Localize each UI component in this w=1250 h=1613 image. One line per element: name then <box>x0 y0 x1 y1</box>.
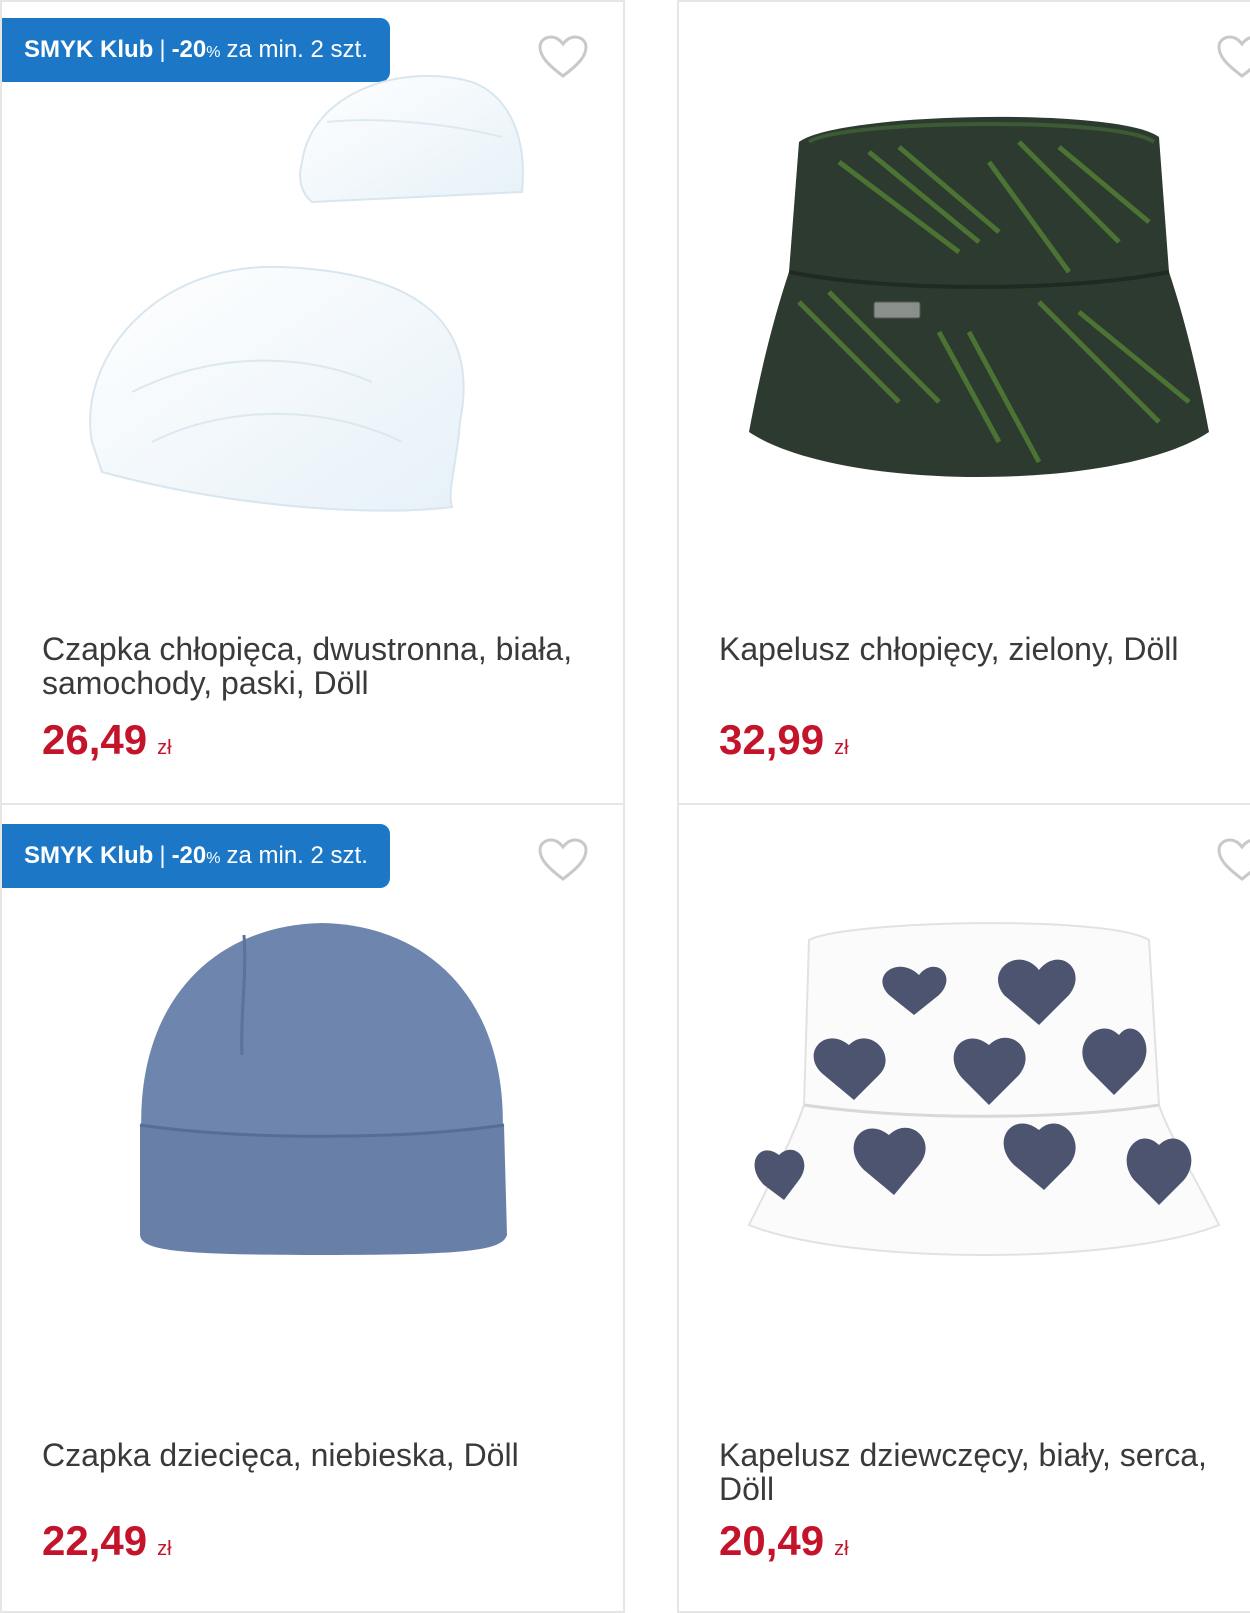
price-currency: zł <box>157 1538 172 1560</box>
badge-discount: -20% <box>172 36 221 64</box>
price-currency: zł <box>157 737 172 759</box>
product-image[interactable] <box>739 915 1239 1275</box>
product-grid: SMYK Klub | -20% za min. 2 szt. Czapka c… <box>0 0 1250 1613</box>
badge-discount: -20% <box>172 842 221 870</box>
product-image[interactable] <box>72 62 572 542</box>
price-currency: zł <box>834 737 849 759</box>
product-price: 22,49 zł <box>42 1517 172 1565</box>
product-card[interactable]: Kapelusz chłopięcy, zielony, Döll 32,99 … <box>677 0 1250 805</box>
price-value: 22,49 <box>42 1517 148 1564</box>
price-value: 32,99 <box>719 716 825 763</box>
badge-discount-value: -20 <box>171 36 207 63</box>
product-card[interactable]: SMYK Klub | -20% za min. 2 szt. Czapka d… <box>0 803 625 1613</box>
product-name[interactable]: Kapelusz chłopięcy, zielony, Döll <box>719 632 1249 666</box>
product-price: 20,49 zł <box>719 1517 849 1565</box>
product-image[interactable] <box>739 102 1219 502</box>
badge-percent-sign: % <box>206 850 221 867</box>
price-value: 26,49 <box>42 716 148 763</box>
badge-percent-sign: % <box>206 44 221 61</box>
badge-separator: | <box>159 842 166 869</box>
badge-club: SMYK Klub <box>24 842 154 869</box>
product-name[interactable]: Czapka dziecięca, niebieska, Döll <box>42 1438 582 1472</box>
badge-club: SMYK Klub <box>24 36 154 63</box>
product-image[interactable] <box>122 915 522 1275</box>
product-name[interactable]: Kapelusz dziewczęcy, biały, serca, Döll <box>719 1438 1249 1506</box>
heart-icon[interactable] <box>1216 837 1250 883</box>
badge-discount-value: -20 <box>171 842 207 869</box>
product-name[interactable]: Czapka chłopięca, dwustronna, biała, sam… <box>42 632 582 700</box>
product-card[interactable]: SMYK Klub | -20% za min. 2 szt. Czapka c… <box>0 0 625 805</box>
badge-separator: | <box>159 36 166 63</box>
badge-condition: za min. 2 szt. <box>226 842 368 869</box>
price-value: 20,49 <box>719 1517 825 1564</box>
badge-condition: za min. 2 szt. <box>226 36 368 63</box>
product-price: 32,99 zł <box>719 716 849 764</box>
product-card[interactable]: Kapelusz dziewczęcy, biały, serca, Döll … <box>677 803 1250 1613</box>
product-price: 26,49 zł <box>42 716 172 764</box>
heart-icon[interactable] <box>537 837 589 883</box>
price-currency: zł <box>834 1538 849 1560</box>
heart-icon[interactable] <box>1216 34 1250 80</box>
promo-badge: SMYK Klub | -20% za min. 2 szt. <box>2 824 390 888</box>
